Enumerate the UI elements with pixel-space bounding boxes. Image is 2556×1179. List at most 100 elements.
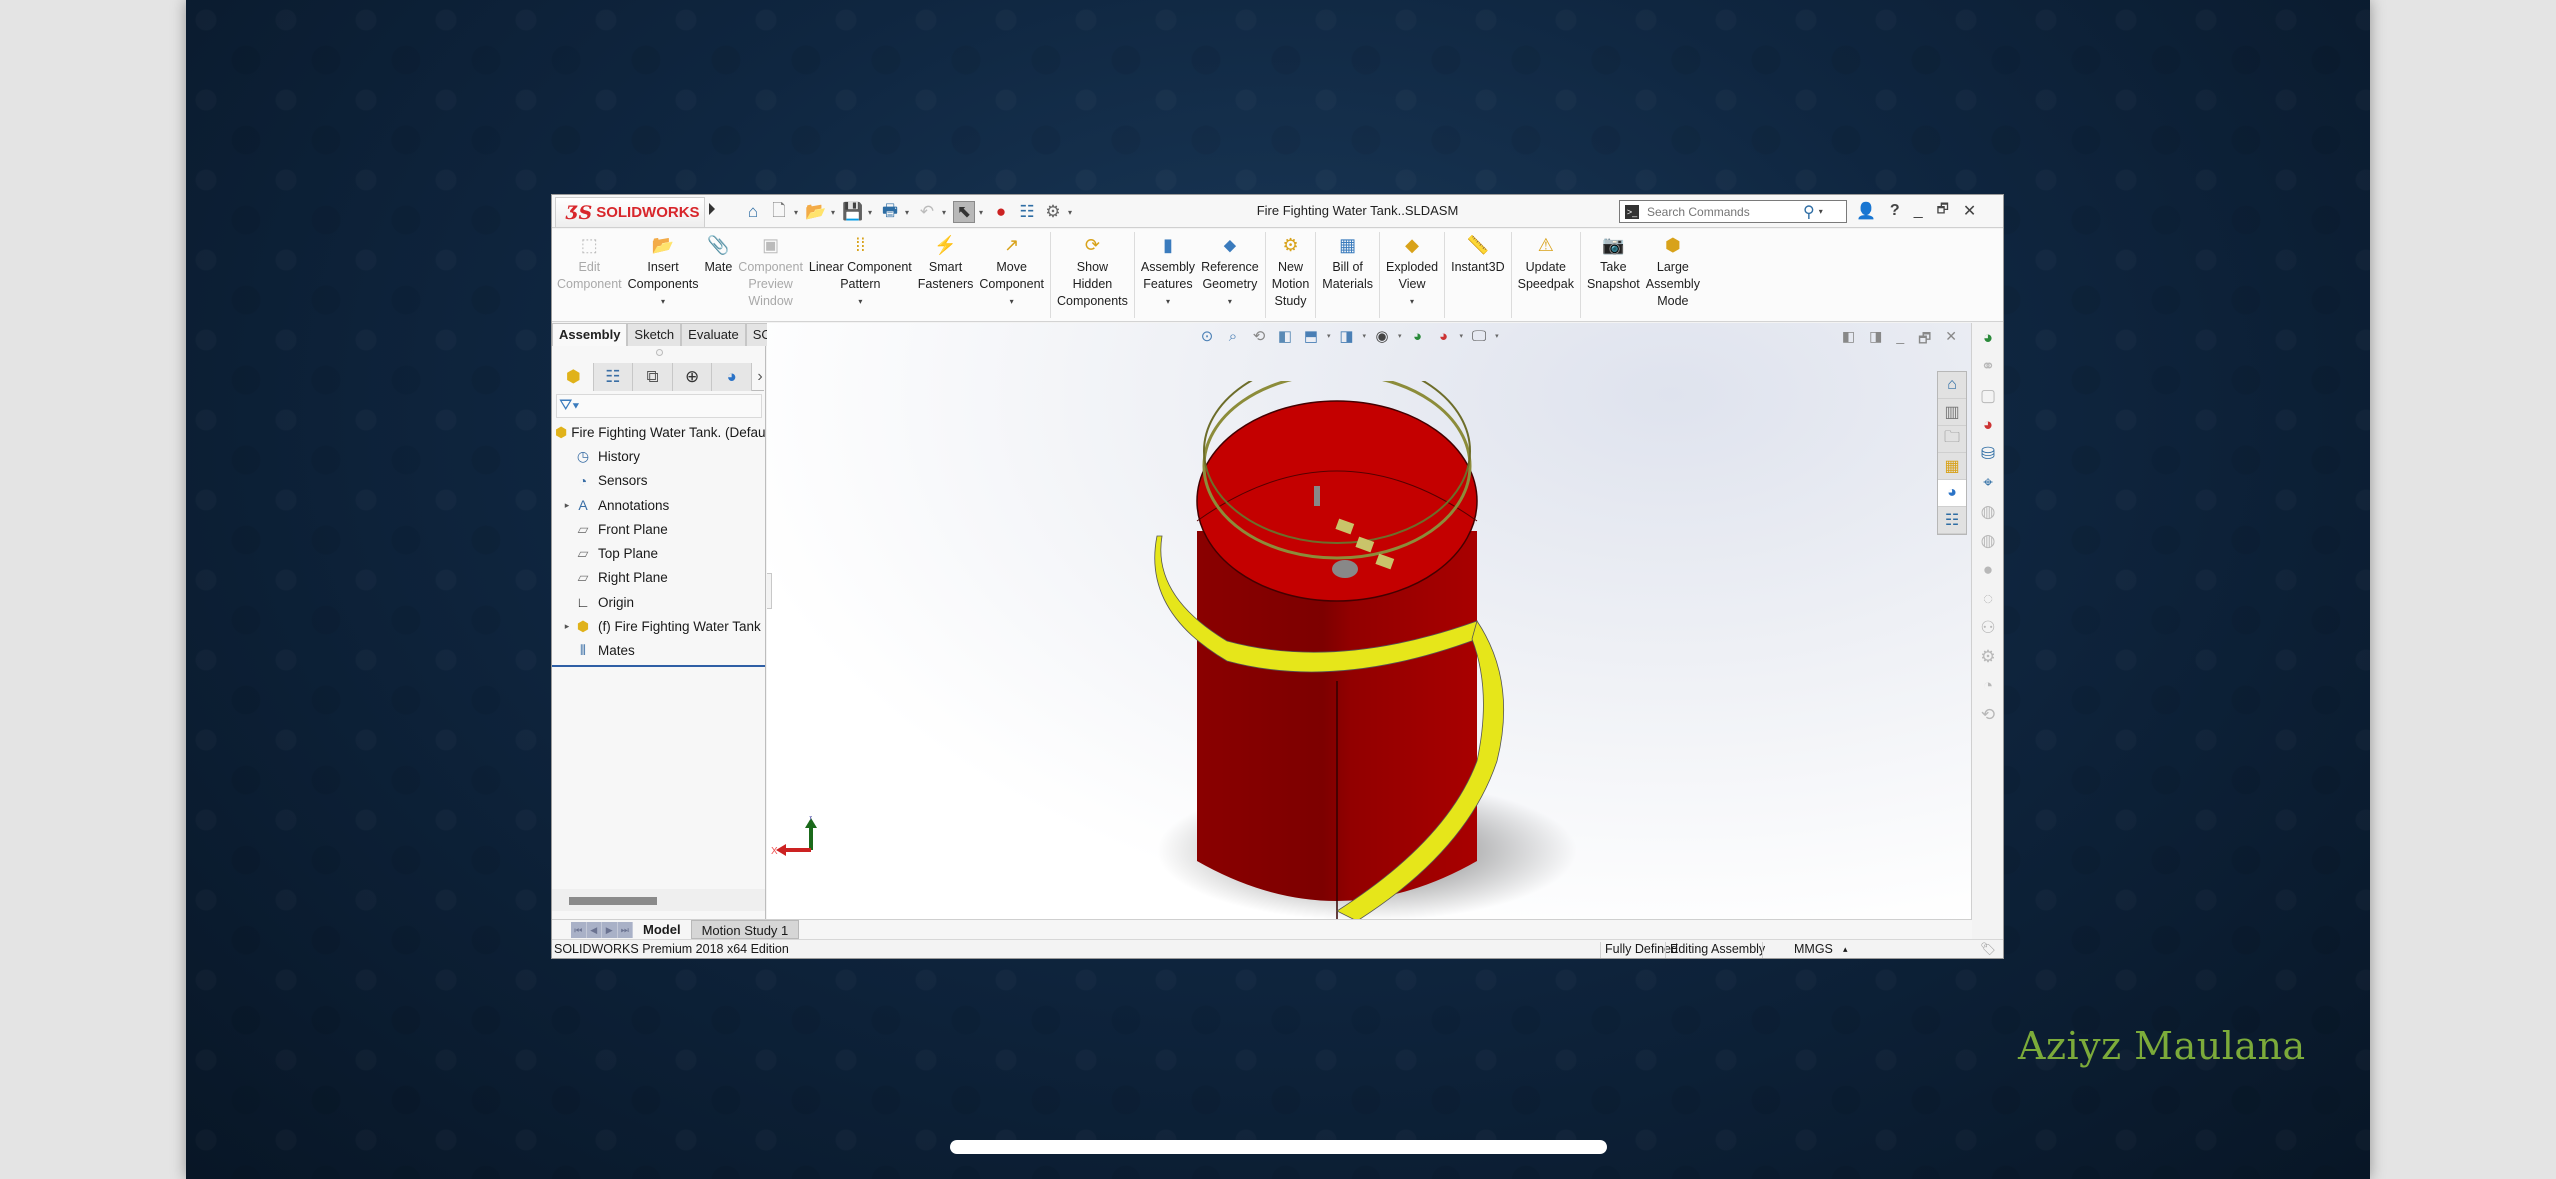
view-settings-dropdown-icon[interactable]: ▾ bbox=[1495, 332, 1499, 340]
dropdown-arrow-icon[interactable]: ▾ bbox=[1010, 293, 1014, 310]
units-arrow-icon[interactable]: ▴ bbox=[1843, 940, 1848, 958]
batch-render-icon[interactable]: ⚇ bbox=[1972, 613, 2003, 642]
last-tab-icon[interactable]: ⏭ bbox=[618, 921, 633, 938]
file-properties-icon[interactable]: ☷ bbox=[1016, 201, 1038, 223]
tab-sketch[interactable]: Sketch bbox=[627, 323, 682, 346]
hide-show-items-icon[interactable]: ◉ bbox=[1372, 327, 1392, 345]
tree-item-right-plane[interactable]: ▱ Right Plane bbox=[552, 566, 765, 590]
tab-motion-study-1[interactable]: Motion Study 1 bbox=[690, 920, 800, 939]
open-dropdown-icon[interactable]: ▾ bbox=[831, 208, 838, 217]
render-window-icon[interactable]: ◍ bbox=[1972, 526, 2003, 555]
schedule-render-icon[interactable]: ◔ bbox=[1972, 671, 2003, 700]
dropdown-arrow-icon[interactable]: ▾ bbox=[858, 293, 862, 310]
save-icon[interactable]: 💾 bbox=[842, 201, 864, 223]
search-commands-input[interactable] bbox=[1647, 204, 1797, 219]
menu-expand-arrow-icon[interactable] bbox=[709, 203, 715, 215]
tree-item-f-fire-fighting-water-tank[interactable]: ▸ ⬢ (f) Fire Fighting Water Tank bbox=[552, 614, 765, 638]
tree-item-mates[interactable]: ⫴ Mates bbox=[552, 639, 765, 663]
help-button[interactable]: ? bbox=[1890, 202, 1900, 220]
view-palette-icon[interactable]: ▦ bbox=[1938, 453, 1966, 480]
displaymanager-icon[interactable]: ◕ bbox=[712, 363, 753, 391]
print-dropdown-icon[interactable]: ▾ bbox=[905, 208, 912, 217]
view-orientation-dropdown-icon[interactable]: ▾ bbox=[1327, 332, 1331, 340]
graphics-area[interactable]: ⊙ ⌕ ⟲ ◧ ⬒ ▾ ◨ ▾ ◉ ▾ ◕ ◕ ▾ 🖵 ▾ ◧ ◨ _ 🗗 ✕ ⌂ ▥ 🗀… bbox=[767, 323, 1971, 919]
dropdown-arrow-icon[interactable]: ▾ bbox=[1228, 293, 1232, 310]
tile-left-icon[interactable]: ◧ bbox=[1842, 328, 1855, 352]
tree-item-fire-fighting-water-tank-default-display-state-1[interactable]: ⬢Fire Fighting Water Tank. (Default<Disp… bbox=[552, 420, 765, 444]
render-region-icon[interactable]: ◌ bbox=[1972, 584, 2003, 613]
solidworks-resources-icon[interactable]: ⌂ bbox=[1938, 372, 1966, 399]
viewport-restore-icon[interactable]: 🗗 bbox=[1918, 328, 1931, 352]
close-button[interactable]: ✕ bbox=[1963, 201, 1976, 221]
ribbon-button-take-snapshot[interactable]: 📷 Take Snapshot bbox=[1584, 229, 1643, 321]
options-icon[interactable]: ⚙ bbox=[1042, 201, 1064, 223]
print-icon[interactable]: 🖶 bbox=[879, 201, 901, 223]
filter-icon[interactable]: ⛛▾ bbox=[556, 394, 762, 418]
section-view-icon[interactable]: ◧ bbox=[1275, 327, 1295, 345]
prev-tab-icon[interactable]: ◀ bbox=[587, 921, 602, 938]
select-icon[interactable]: ⬉ bbox=[953, 201, 975, 223]
dropdown-arrow-icon[interactable]: ▾ bbox=[661, 293, 665, 310]
ribbon-button-bill-of-materials[interactable]: ▦ Bill of Materials bbox=[1319, 229, 1376, 321]
more-tabs-chevron-icon[interactable]: › bbox=[752, 363, 764, 390]
ribbon-button-exploded-view[interactable]: ◆ Exploded View ▾ bbox=[1383, 229, 1441, 321]
copy-appearance-icon[interactable]: ⚭ bbox=[1972, 352, 2003, 381]
previous-view-icon[interactable]: ⟲ bbox=[1249, 327, 1269, 345]
dimxpertmanager-icon[interactable]: ⊕ bbox=[672, 363, 713, 391]
horizontal-scrollbar-thumb[interactable] bbox=[569, 897, 657, 905]
undo-dropdown-icon[interactable]: ▾ bbox=[942, 208, 949, 217]
tree-item-origin[interactable]: ∟ Origin bbox=[552, 590, 765, 614]
ribbon-button-move-component[interactable]: ↗ Move Component ▾ bbox=[976, 229, 1047, 321]
view-settings-icon[interactable]: 🖵 bbox=[1469, 328, 1489, 345]
tree-item-front-plane[interactable]: ▱ Front Plane bbox=[552, 517, 765, 541]
next-tab-icon[interactable]: ▶ bbox=[602, 921, 618, 938]
edit-appearance-icon[interactable]: ◕ bbox=[1408, 328, 1428, 345]
restore-button[interactable]: 🗗 bbox=[1937, 200, 1949, 222]
undo-icon[interactable]: ↶ bbox=[916, 201, 938, 223]
solidworks-logo-menu[interactable]: ƷS SOLIDWORKS bbox=[555, 197, 705, 227]
panel-grip[interactable] bbox=[656, 349, 663, 356]
final-render-icon[interactable]: ● bbox=[1972, 555, 2003, 584]
home-icon[interactable]: ⌂ bbox=[742, 201, 764, 223]
hide-show-dropdown-icon[interactable]: ▾ bbox=[1398, 332, 1402, 340]
tab-evaluate[interactable]: Evaluate bbox=[681, 323, 746, 346]
panel-splitter-handle[interactable] bbox=[767, 573, 772, 609]
edit-appearance-icon[interactable]: ◕ bbox=[1972, 323, 2003, 352]
tab-model[interactable]: Model bbox=[633, 920, 691, 939]
user-icon[interactable]: 👤 bbox=[1856, 201, 1876, 221]
ribbon-button-reference-geometry[interactable]: ⬥ Reference Geometry ▾ bbox=[1198, 229, 1262, 321]
custom-properties-icon[interactable]: ☷ bbox=[1938, 507, 1966, 534]
search-icon[interactable]: ⚲ bbox=[1803, 202, 1815, 222]
target-icon[interactable]: ⌖ bbox=[1972, 468, 2003, 497]
ribbon-button-component-preview-window[interactable]: ▣ Component Preview Window bbox=[735, 229, 806, 321]
zoom-to-fit-icon[interactable]: ⊙ bbox=[1197, 327, 1217, 345]
new-dropdown-icon[interactable]: ▾ bbox=[794, 208, 801, 217]
open-icon[interactable]: 📂 bbox=[805, 201, 827, 223]
zoom-to-area-icon[interactable]: ⌕ bbox=[1223, 328, 1243, 345]
save-dropdown-icon[interactable]: ▾ bbox=[868, 208, 875, 217]
tile-right-icon[interactable]: ◨ bbox=[1869, 328, 1882, 352]
new-document-icon[interactable]: 🗋 bbox=[768, 201, 790, 223]
featuremanager-icon[interactable]: ⬢ bbox=[554, 363, 594, 391]
ribbon-button-new-motion-study[interactable]: ⚙ New Motion Study bbox=[1269, 229, 1313, 321]
minimize-button[interactable]: _ bbox=[1914, 202, 1923, 220]
paste-appearance-icon[interactable]: ▢ bbox=[1972, 381, 2003, 410]
home-indicator-bar[interactable] bbox=[950, 1140, 1607, 1154]
recall-render-icon[interactable]: ⟲ bbox=[1972, 700, 2003, 729]
propertymanager-icon[interactable]: ☷ bbox=[593, 363, 634, 391]
tab-assembly[interactable]: Assembly bbox=[552, 323, 628, 346]
expand-arrow-icon[interactable]: ▸ bbox=[562, 500, 572, 511]
ribbon-button-linear-component-pattern[interactable]: ⁞⁞ Linear Component Pattern ▾ bbox=[806, 229, 915, 321]
apply-scene-icon[interactable]: ◕ bbox=[1434, 328, 1454, 345]
ribbon-button-smart-fasteners[interactable]: ⚡ Smart Fasteners bbox=[915, 229, 977, 321]
tree-item-annotations[interactable]: ▸ A Annotations bbox=[552, 493, 765, 517]
configurationmanager-icon[interactable]: ⧉ bbox=[633, 363, 673, 391]
ribbon-button-large-assembly-mode[interactable]: ⬢ Large Assembly Mode bbox=[1643, 229, 1703, 321]
design-library-icon[interactable]: ▥ bbox=[1938, 399, 1966, 426]
file-explorer-icon[interactable]: 🗀 bbox=[1938, 426, 1966, 453]
ribbon-button-assembly-features[interactable]: ▮ Assembly Features ▾ bbox=[1138, 229, 1198, 321]
ribbon-button-update-speedpak[interactable]: ⚠ Update Speedpak bbox=[1515, 229, 1577, 321]
viewport-close-icon[interactable]: ✕ bbox=[1945, 328, 1957, 352]
search-dropdown-icon[interactable]: ▾ bbox=[1819, 207, 1823, 216]
scene-dropdown-icon[interactable]: ▾ bbox=[1460, 332, 1464, 340]
